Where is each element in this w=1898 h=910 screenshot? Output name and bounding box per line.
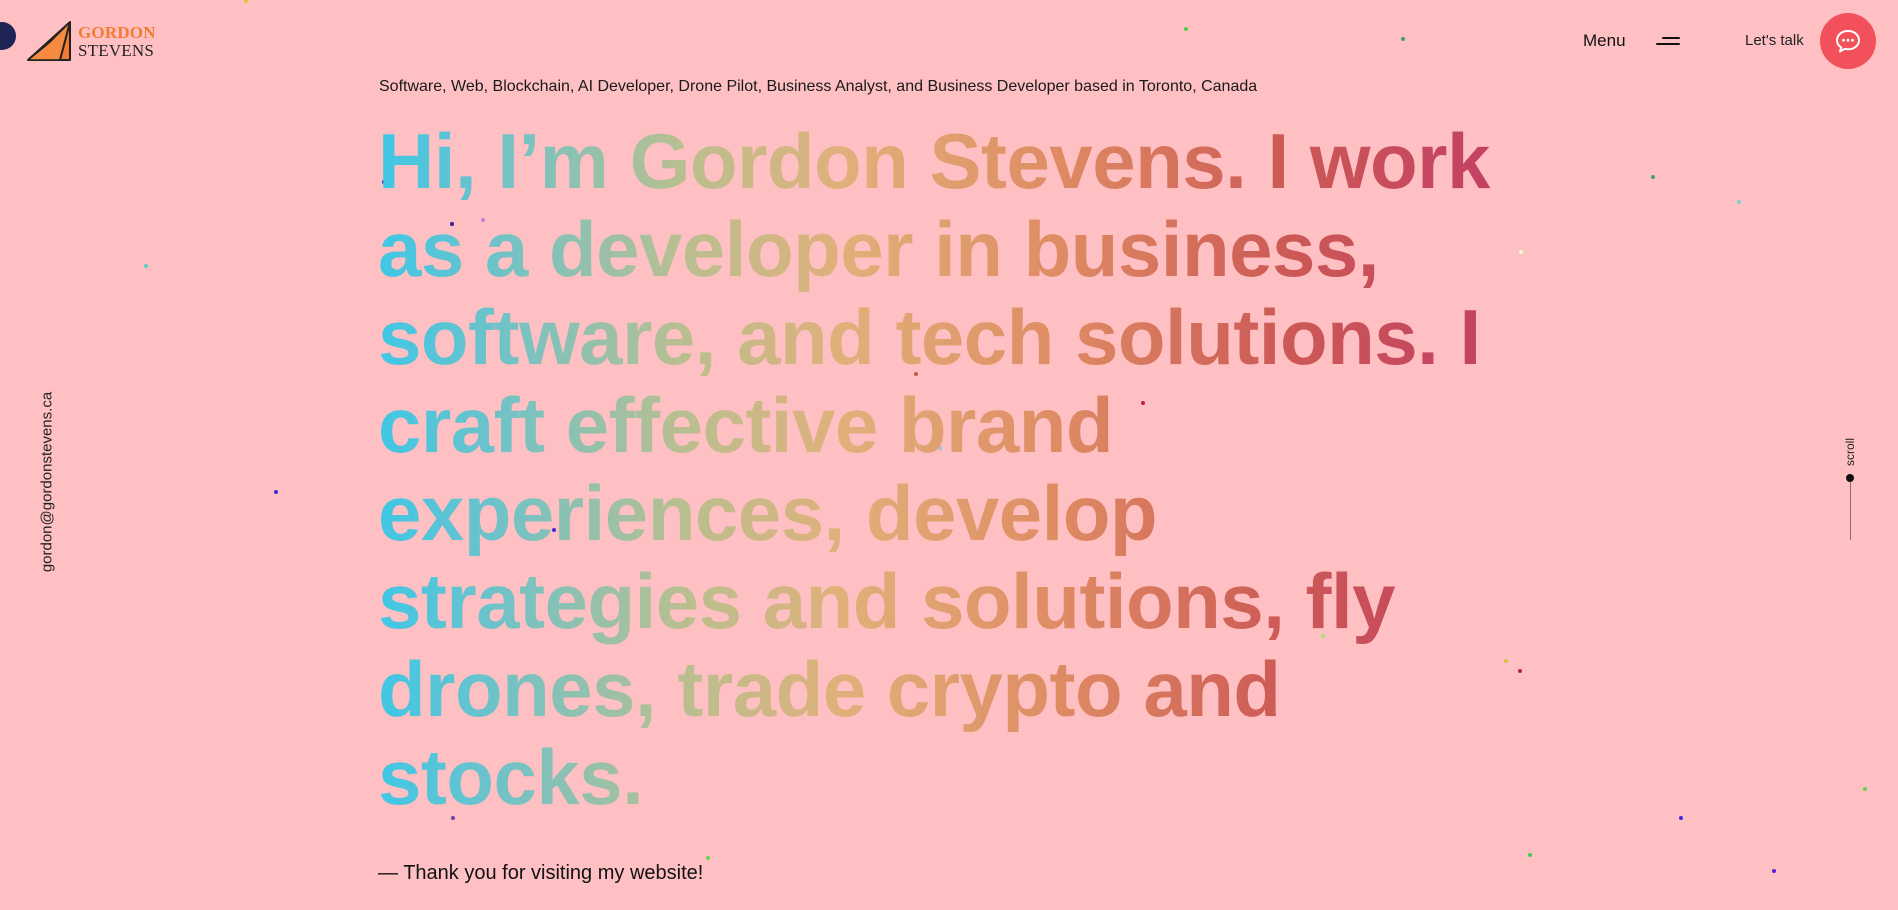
lets-talk-link[interactable]: Let's talk <box>1745 32 1804 49</box>
logo-name-last: STEVENS <box>78 41 155 60</box>
menu-button[interactable]: Menu <box>1583 31 1680 51</box>
particle <box>1679 816 1683 820</box>
headline-line: drones, trade crypto and <box>378 645 1538 733</box>
headline-line: Hi, I’m Gordon Stevens. I work <box>378 117 1538 205</box>
particle <box>706 856 710 860</box>
headline-line: stocks. <box>378 733 1538 821</box>
logo-wordmark: GORDON STEVENS <box>78 24 156 60</box>
particle <box>1528 853 1532 857</box>
headline-line: strategies and solutions, fly <box>378 557 1538 645</box>
email-link[interactable]: gordon@gordonstevens.ca <box>39 392 56 572</box>
particle <box>1737 200 1741 204</box>
cursor-dot <box>0 22 16 50</box>
headline-line: as a developer in business, <box>378 205 1538 293</box>
menu-label: Menu <box>1583 31 1626 50</box>
scroll-knob <box>1846 474 1854 482</box>
particle <box>1772 869 1776 873</box>
chat-bubble-icon <box>1836 30 1860 53</box>
particle <box>274 490 278 494</box>
scroll-label: scroll <box>1843 437 1857 467</box>
thanks-message: — Thank you for visiting my website! <box>378 862 704 884</box>
particle <box>1863 787 1867 791</box>
particle <box>1401 37 1405 41</box>
scroll-indicator[interactable]: scroll <box>1838 432 1862 542</box>
site-logo[interactable]: GORDON STEVENS <box>26 20 156 62</box>
hamburger-icon <box>1655 35 1680 47</box>
lets-talk-button[interactable] <box>1820 13 1876 69</box>
particle <box>1651 175 1655 179</box>
hero-headline: Hi, I’m Gordon Stevens. I work as a deve… <box>378 117 1538 821</box>
headline-line: experiences, develop <box>378 469 1538 557</box>
logo-mark-icon <box>27 21 71 61</box>
intro-subtitle: Software, Web, Blockchain, AI Developer,… <box>379 78 1258 95</box>
particle <box>244 0 248 3</box>
headline-line: craft effective brand <box>378 381 1538 469</box>
scroll-track <box>1849 482 1851 540</box>
page: GORDON STEVENS Menu Let's talk gordon@go… <box>0 0 1898 910</box>
particle <box>1184 27 1188 31</box>
logo-name-first: GORDON <box>78 23 156 42</box>
headline-line: software, and tech solutions. I <box>378 293 1538 381</box>
particle <box>144 264 148 268</box>
